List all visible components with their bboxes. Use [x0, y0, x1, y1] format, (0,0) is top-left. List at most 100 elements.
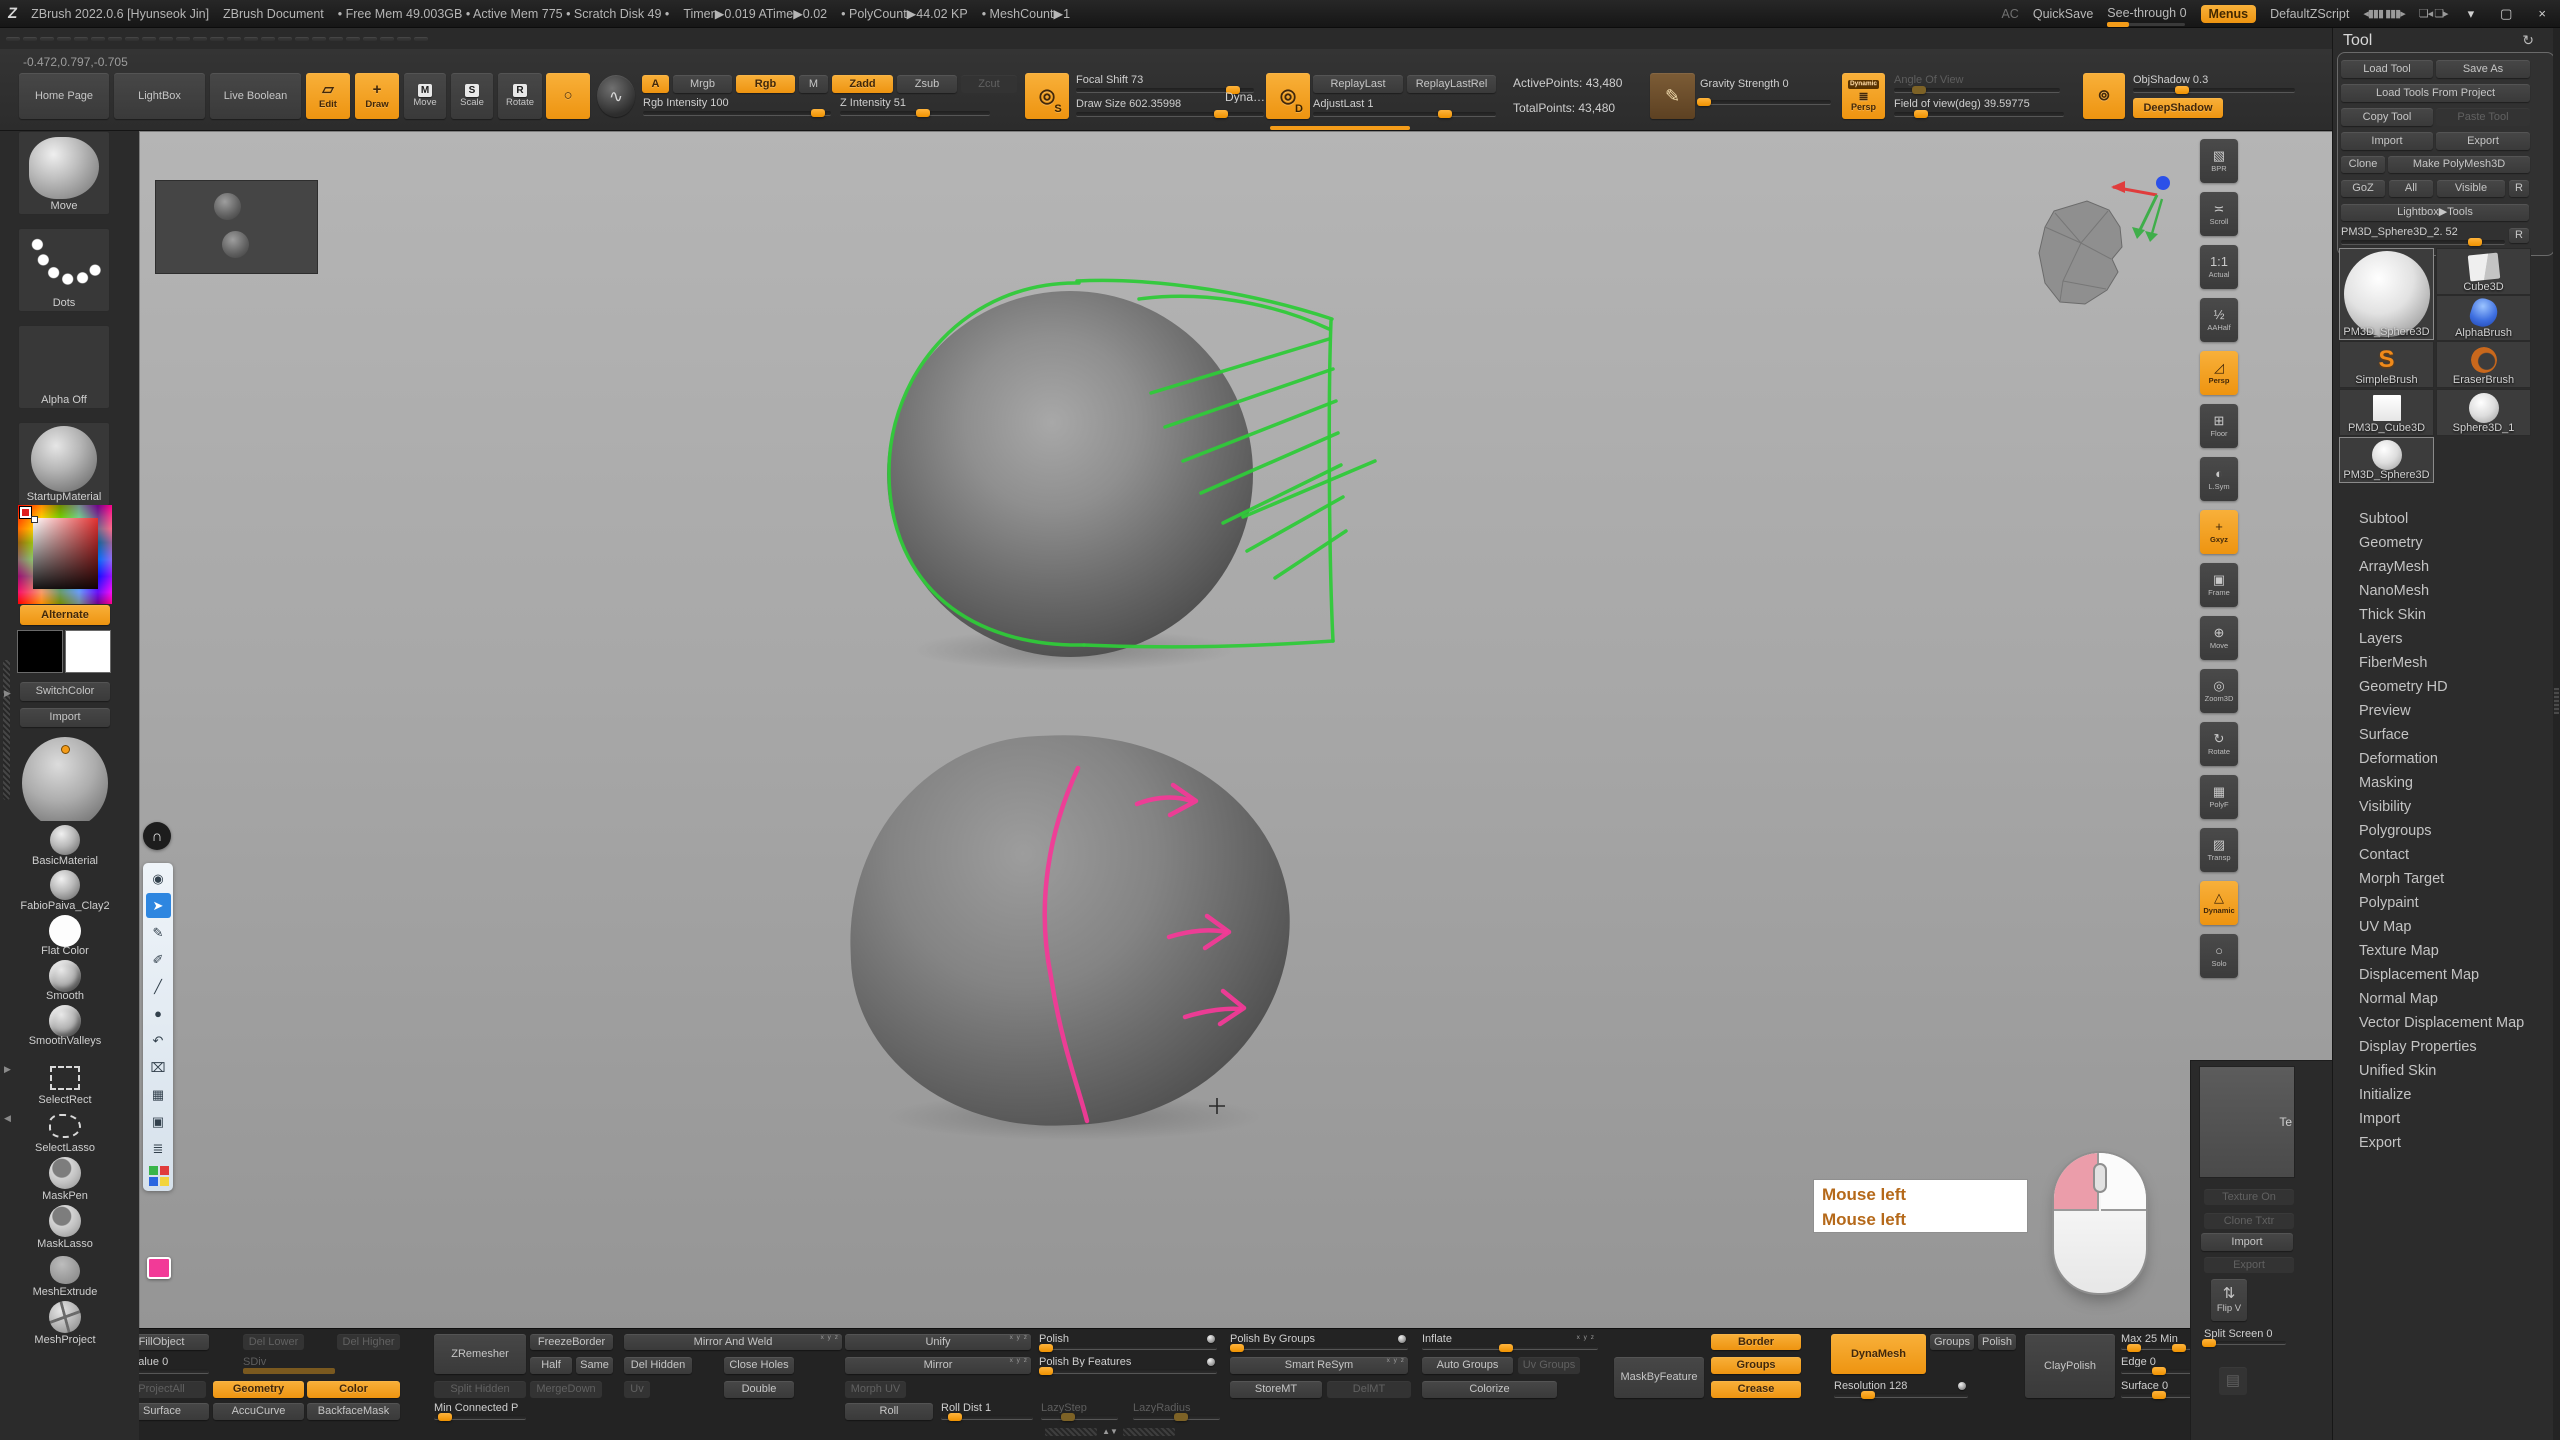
menu-item[interactable] [346, 37, 360, 41]
sidebar-stroke-dots[interactable]: Dots [18, 228, 110, 312]
colorize-button[interactable]: Colorize [1422, 1381, 1557, 1398]
undo-icon[interactable]: ↶ [146, 1028, 171, 1053]
lightbox-tools-button[interactable]: Lightbox▶Tools [2341, 204, 2529, 221]
annotation-menu-icon[interactable]: ∩ [143, 822, 171, 850]
clone-button[interactable]: Clone [2341, 156, 2385, 173]
material-item[interactable]: SmoothValleys [20, 1003, 110, 1048]
material-item[interactable]: Smooth [20, 958, 110, 1003]
ac-button[interactable]: AC [2001, 7, 2018, 21]
menu-item[interactable] [261, 37, 275, 41]
deepshadow-button[interactable]: DeepShadow [2133, 98, 2223, 118]
menu-item[interactable] [210, 37, 224, 41]
auto-groups-button[interactable]: Auto Groups [1422, 1357, 1513, 1374]
tool-subpalette-item[interactable]: Export [2333, 1131, 2555, 1155]
tool-thumbnail[interactable]: PM3D_Sphere3D [2339, 437, 2434, 483]
mirror-button[interactable]: Mirrorx y z [845, 1357, 1031, 1374]
uv-button[interactable]: Uv [624, 1381, 650, 1398]
scroll-arrows-icon[interactable]: ▲▼ [1102, 1428, 1118, 1436]
color-button[interactable]: Color [307, 1381, 400, 1398]
a-toggle[interactable]: A [642, 75, 669, 93]
border-button[interactable]: Border [1711, 1334, 1801, 1350]
morph-uv-button[interactable]: Morph UV [845, 1381, 906, 1398]
storemt-button[interactable]: StoreMT [1230, 1381, 1322, 1398]
lightbox-button[interactable]: LightBox [114, 73, 205, 119]
tool-subpalette-item[interactable]: Visibility [2333, 795, 2555, 819]
tool-subpalette-item[interactable]: Deformation [2333, 747, 2555, 771]
rgb-toggle[interactable]: Rgb [736, 75, 795, 93]
highlighter-icon[interactable]: ✐ [146, 947, 171, 972]
menu-item[interactable] [6, 37, 20, 41]
dynamic-persp-button[interactable]: Dynamic≣Persp [1842, 73, 1885, 119]
sidebar-brush-move[interactable]: Move [18, 131, 110, 215]
del-hidden-button[interactable]: Del Hidden [624, 1357, 692, 1374]
brush-item[interactable]: MeshExtrude [20, 1252, 110, 1300]
layout-switch-icon[interactable]: ❏◂ ❏▸ [2419, 7, 2448, 20]
menus-button[interactable]: Menus [2201, 5, 2257, 23]
z-intensity-slider[interactable]: Z Intensity 51 [840, 98, 990, 116]
tool-thumbnail[interactable]: Cube3D [2436, 248, 2531, 295]
tool-subpalette-item[interactable]: Polygroups [2333, 819, 2555, 843]
polish-slider[interactable]: Polish [1039, 1334, 1217, 1350]
shelf-button[interactable]: ◐ L.Sym [2200, 457, 2238, 501]
polish-by-features-slider[interactable]: Polish By Features [1039, 1357, 1217, 1374]
stroke-type-button[interactable]: ∿ [597, 75, 635, 117]
tool-subpalette-item[interactable]: Subtool [2333, 507, 2555, 531]
color-import-button[interactable]: Import [20, 708, 110, 727]
secondary-color-swatch[interactable] [65, 630, 111, 673]
brush-item[interactable]: MaskPen [20, 1156, 110, 1204]
menu-item[interactable] [74, 37, 88, 41]
mergedown-button[interactable]: MergeDown [530, 1381, 602, 1398]
tool-thumbnail-selected[interactable]: PM3D_Sphere3D [2339, 248, 2434, 340]
material-item[interactable]: Flat Color [20, 913, 110, 958]
default-zscript-button[interactable]: DefaultZScript [2270, 7, 2349, 21]
tray-scroll-handle[interactable] [3, 660, 10, 800]
see-through-slider[interactable]: See-through 0 [2107, 6, 2186, 22]
surface-slider[interactable]: Surface 0 [2121, 1381, 2195, 1398]
zsub-toggle[interactable]: Zsub [897, 75, 957, 93]
lazyradius-slider[interactable]: LazyRadius [1133, 1403, 1220, 1420]
tool-thumbnail[interactable]: EraserBrush [2436, 341, 2531, 388]
menu-item[interactable] [227, 37, 241, 41]
menu-item[interactable] [125, 37, 139, 41]
tool-subpalette-item[interactable]: Initialize [2333, 1083, 2555, 1107]
backfacemask-button[interactable]: BackfaceMask [307, 1403, 400, 1420]
tray-collapse-arrow[interactable]: ▶ [4, 1064, 11, 1075]
load-tools-from-project-button[interactable]: Load Tools From Project [2341, 84, 2530, 102]
shelf-button[interactable]: ↻ Rotate [2200, 722, 2238, 766]
move-button[interactable]: MMove [404, 73, 446, 119]
m-toggle[interactable]: M [799, 75, 828, 93]
del-lower-button[interactable]: Del Lower [243, 1334, 304, 1350]
brush-item[interactable]: SelectLasso [20, 1108, 110, 1156]
close-button[interactable]: × [2532, 6, 2552, 21]
shelf-button[interactable]: + Gxyz [2200, 510, 2238, 554]
uv-groups-button[interactable]: Uv Groups [1518, 1357, 1580, 1374]
line-icon[interactable]: ╱ [146, 974, 171, 999]
tool-subpalette-item[interactable]: Unified Skin [2333, 1059, 2555, 1083]
shelf-button[interactable]: ○ Solo [2200, 934, 2238, 978]
menu-item[interactable] [397, 37, 411, 41]
tool-subpalette-item[interactable]: Vector Displacement Map [2333, 1011, 2555, 1035]
smart-resym-button[interactable]: Smart ReSymx y z [1230, 1357, 1408, 1374]
restore-button[interactable]: ▢ [2494, 6, 2518, 22]
sidebar-alpha-off[interactable]: Alpha Off [18, 325, 110, 409]
zcut-toggle[interactable]: Zcut [961, 75, 1017, 93]
geometry-button[interactable]: Geometry [213, 1381, 304, 1398]
dynamesh-button[interactable]: DynaMesh [1831, 1334, 1926, 1374]
rgb-intensity-slider[interactable]: Rgb Intensity 100 [643, 98, 831, 116]
tool-subpalette-item[interactable]: Layers [2333, 627, 2555, 651]
menu-item[interactable] [57, 37, 71, 41]
dynamesh-groups-button[interactable]: Groups [1930, 1334, 1974, 1350]
minimize-button[interactable]: ▾ [2462, 6, 2481, 22]
bottom-shelf-scrollbar[interactable]: ▲▼ [1045, 1427, 1175, 1437]
menu-item[interactable] [363, 37, 377, 41]
unify-button[interactable]: Unifyx y z [845, 1334, 1031, 1350]
toggle-dot-icon[interactable] [1398, 1335, 1406, 1343]
menu-item[interactable] [108, 37, 122, 41]
menu-item[interactable] [329, 37, 343, 41]
active-tool-slider[interactable]: PM3D_Sphere3D_2. 52 [2341, 227, 2505, 245]
shelf-button[interactable]: ▦ PolyF [2200, 775, 2238, 819]
switchcolor-button[interactable]: SwitchColor [20, 682, 110, 701]
tool-subpalette-item[interactable]: Masking [2333, 771, 2555, 795]
replay-last-rel-button[interactable]: ReplayLastRel [1407, 75, 1496, 93]
cursor-icon[interactable]: ➤ [146, 893, 171, 918]
